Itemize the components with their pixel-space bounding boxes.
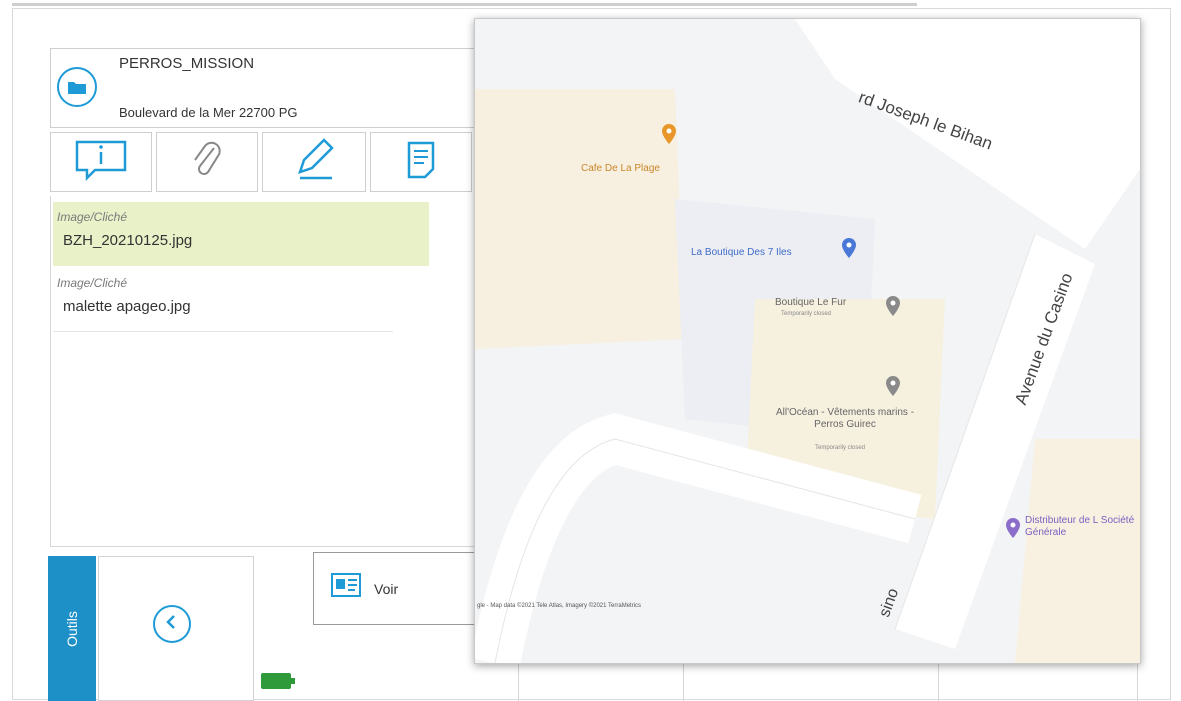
place-status: Temporarily closed [815,445,866,451]
chevron-left-icon [164,614,180,635]
place-label: Cafe De La Plage [581,163,660,174]
bottom-slot-a [518,660,684,701]
map-attribution: gle - Map data ©2021 Tele Atlas, Imagery… [477,603,642,609]
attachment-list: Image/Cliché BZH_20210125.jpg Image/Clic… [50,196,492,547]
item-kind: Image/Cliché [57,210,128,224]
view-button[interactable]: Voir [313,552,485,625]
top-divider [12,3,917,6]
row-divider [53,331,393,332]
attach-button[interactable] [156,132,258,192]
battery-icon [260,671,296,691]
mission-address: Boulevard de la Mer 22700 PG [119,105,298,120]
mission-header: PERROS_MISSION Boulevard de la Mer 22700… [50,48,492,128]
view-card-icon [330,571,362,604]
folder-icon[interactable] [57,67,97,107]
item-filename: BZH_20210125.jpg [63,232,193,249]
edit-button[interactable] [262,132,366,192]
document-icon [405,139,437,186]
item-kind: Image/Cliché [57,276,128,290]
pencil-icon [292,137,336,187]
tools-tab[interactable]: Outils [48,556,96,701]
tools-tab-label: Outils [64,610,80,647]
item-filename: malette apageo.jpg [63,298,191,315]
view-button-label: Voir [374,581,399,597]
back-panel [98,556,254,701]
paperclip-icon [190,140,224,185]
map-popup[interactable]: rd Joseph le Bihan Avenue du Casino sino… [474,18,1141,664]
list-item[interactable]: Image/Cliché malette apageo.jpg [53,268,429,332]
place-status: Temporarily closed [781,311,832,317]
info-icon [73,138,129,187]
place-label: All'Océan - Vêtements marins - Perros Gu… [775,407,915,430]
bottom-slot-b [938,660,1138,701]
info-button[interactable] [50,132,152,192]
place-label: Boutique Le Fur [775,297,847,308]
back-button[interactable] [153,605,191,643]
document-button[interactable] [370,132,472,192]
list-item[interactable]: Image/Cliché BZH_20210125.jpg [53,202,429,266]
place-label: Distributeur de L Société Générale [1025,515,1135,538]
mission-title: PERROS_MISSION [119,55,255,72]
place-label: La Boutique Des 7 Iles [691,247,792,258]
